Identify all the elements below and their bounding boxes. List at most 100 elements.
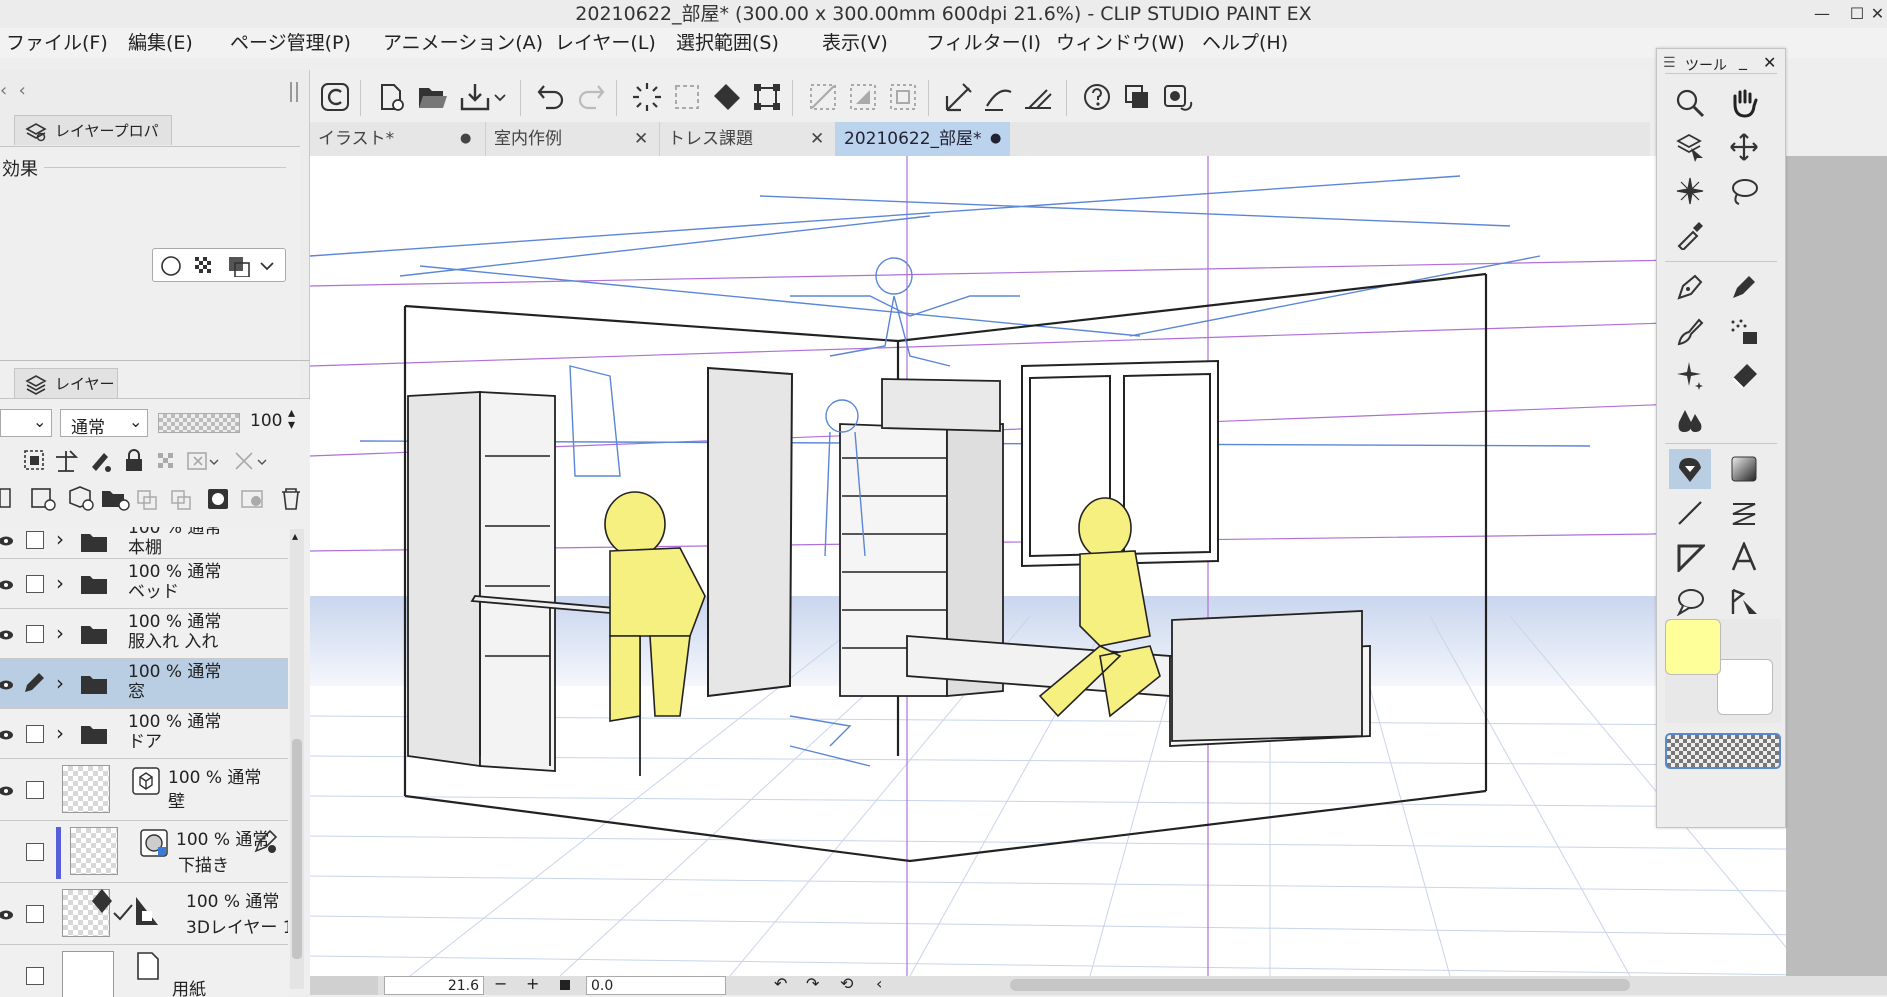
tab-room-active[interactable]: 20210622_部屋* ● (836, 122, 1010, 156)
layer-checkbox[interactable] (26, 625, 44, 643)
hand-icon[interactable] (1723, 83, 1765, 123)
layer-row[interactable]: 用紙 (0, 945, 288, 997)
redo-icon[interactable] (572, 78, 610, 116)
help-icon[interactable] (1078, 78, 1116, 116)
scroll-up-icon[interactable]: ▴ (292, 529, 298, 543)
menu-layer[interactable]: レイヤー(L) (555, 28, 656, 58)
snap-ruler-icon[interactable] (940, 78, 978, 116)
reset-rotation-icon[interactable]: ⟲ (840, 974, 853, 993)
eye-icon[interactable] (0, 677, 14, 691)
minimize-button[interactable]: — (1805, 0, 1839, 28)
eye-icon[interactable] (0, 533, 14, 547)
airbrush-icon[interactable] (1723, 311, 1765, 351)
rotate-left-icon[interactable]: ↶ (774, 974, 787, 993)
expand-icon[interactable]: › (56, 621, 64, 645)
layer-row[interactable]: 100 % 通常 下描き (0, 821, 288, 883)
layer-scrollbar[interactable]: ▴ (290, 529, 304, 989)
main-color-swatch[interactable] (1665, 619, 1721, 675)
snap-grid-icon[interactable] (1020, 78, 1058, 116)
lock-icon[interactable] (126, 449, 142, 471)
clip-studio-icon[interactable] (316, 78, 354, 116)
menu-file[interactable]: ファイル(F) (6, 28, 108, 58)
sync-icon[interactable] (1158, 78, 1196, 116)
expand-icon[interactable]: › (56, 571, 64, 595)
menu-help[interactable]: ヘルプ(H) (1202, 28, 1288, 58)
decoration-icon[interactable] (1669, 355, 1711, 395)
eye-icon[interactable] (0, 577, 14, 591)
line-icon[interactable] (1669, 493, 1711, 533)
fill-icon[interactable] (1669, 449, 1711, 489)
collapse-left-icon[interactable]: ‹ ‹ (0, 80, 26, 101)
sub-color-swatch[interactable] (1717, 659, 1773, 715)
rotation-field[interactable]: 0.0 (586, 976, 726, 995)
zoom-field[interactable]: 21.6 (384, 976, 484, 995)
scroll-left-icon[interactable]: ‹ (876, 974, 882, 993)
snap-special-ruler-icon[interactable] (980, 78, 1018, 116)
ruler-range-icon[interactable] (235, 452, 267, 470)
new-raster-layer-icon[interactable] (31, 488, 56, 511)
rotate-right-icon[interactable]: ↷ (806, 974, 819, 993)
blend-icon[interactable] (1669, 399, 1711, 439)
expand-icon[interactable]: › (56, 721, 64, 745)
expand-icon[interactable]: › (56, 671, 64, 695)
menu-filter[interactable]: フィルター(I) (926, 28, 1041, 58)
loading-icon[interactable] (628, 78, 666, 116)
layer-row[interactable]: 100 % 通常 3Dレイヤー 1 (0, 883, 288, 945)
layer-checkbox[interactable] (26, 531, 44, 549)
save-icon[interactable] (456, 78, 494, 116)
fill-selection-icon[interactable] (708, 78, 746, 116)
auto-select-icon[interactable] (1669, 171, 1711, 211)
zoom-icon[interactable] (1669, 83, 1711, 123)
clip-icon[interactable] (24, 450, 44, 470)
unsaved-dot-icon[interactable]: ● (990, 122, 1001, 156)
layer-checkbox[interactable] (26, 843, 44, 861)
layer-checkbox[interactable] (26, 781, 44, 799)
layer-row[interactable]: › 100 % 通常 本棚 (0, 527, 288, 559)
zoom-out-button[interactable]: − (494, 974, 507, 993)
eye-icon[interactable] (0, 783, 14, 797)
convert-selection-icon[interactable] (884, 78, 922, 116)
stop-icon[interactable] (560, 980, 570, 990)
palette-menu-icon[interactable]: ☰ (1663, 55, 1676, 71)
ruler-icon[interactable] (1669, 537, 1711, 577)
zoom-in-button[interactable]: + (526, 974, 539, 993)
pencil-icon[interactable] (1723, 267, 1765, 307)
create-mask-icon[interactable] (208, 489, 228, 509)
menu-window[interactable]: ウィンドウ(W) (1056, 28, 1185, 58)
close-palette-icon[interactable]: ✕ (1763, 53, 1776, 72)
tab-room-sample[interactable]: 室内作例 ✕ (486, 122, 660, 156)
expand-icon[interactable]: › (56, 527, 64, 551)
lasso-icon[interactable] (1723, 171, 1765, 211)
apply-mask-icon[interactable] (241, 490, 263, 508)
menu-edit[interactable]: 編集(E) (128, 28, 193, 58)
frame-icon[interactable] (1723, 493, 1765, 533)
delete-layer-icon[interactable] (282, 488, 300, 510)
transform-icon[interactable] (748, 78, 786, 116)
transfer-down-icon[interactable] (137, 490, 157, 510)
new-folder-icon[interactable] (102, 491, 130, 511)
panel-menu-icon[interactable] (0, 488, 11, 508)
navigator-thumb[interactable] (310, 976, 378, 995)
eye-icon[interactable] (0, 727, 14, 741)
close-tab-icon[interactable]: ✕ (634, 122, 648, 156)
transparent-color-swatch[interactable] (1665, 733, 1781, 769)
eraser-icon[interactable] (1723, 355, 1765, 395)
close-button[interactable]: ✕ (1868, 0, 1887, 28)
blend-mode-select[interactable]: 通常 ⌄ (60, 409, 148, 438)
merge-down-icon[interactable] (171, 490, 191, 510)
clear-outside-icon[interactable] (804, 78, 842, 116)
material-icon[interactable] (1118, 78, 1156, 116)
gradient-icon[interactable] (1723, 449, 1765, 489)
draft-layer-icon[interactable] (92, 453, 111, 472)
layer-color-select[interactable]: ⌄ (0, 409, 52, 437)
reference-icon[interactable] (56, 450, 79, 472)
layer-checkbox[interactable] (26, 967, 44, 985)
layer-checkbox[interactable] (26, 575, 44, 593)
opacity-slider[interactable] (158, 413, 240, 433)
scroll-thumb[interactable] (292, 739, 302, 959)
layer-row[interactable]: › 100 % 通常 服入れ 入れ (0, 609, 288, 659)
layer-row-selected[interactable]: › 100 % 通常 窓 (0, 659, 288, 709)
new-vector-layer-icon[interactable] (69, 486, 94, 511)
open-icon[interactable] (414, 78, 452, 116)
pen-icon[interactable] (1669, 267, 1711, 307)
